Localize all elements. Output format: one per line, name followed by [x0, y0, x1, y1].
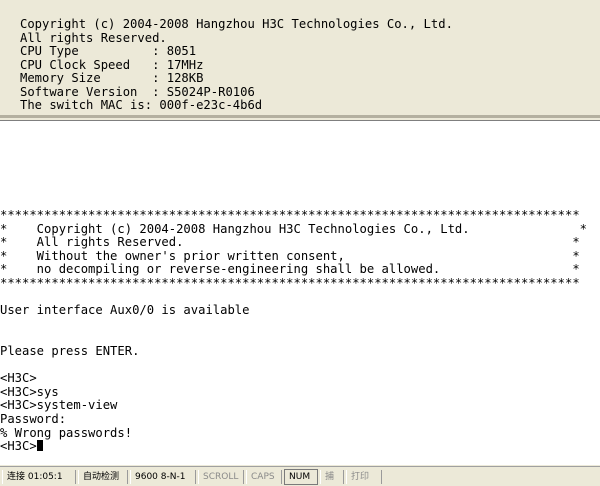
interface-status-line: User interface Aux0/0 is available	[0, 303, 250, 318]
print-indicator: 打印	[346, 469, 382, 484]
connection-time: 连接 01:05:1	[2, 469, 76, 484]
banner-line: ****************************************…	[0, 208, 580, 222]
password-prompt: Password:	[0, 411, 67, 426]
serial-params: 9600 8-N-1	[130, 469, 196, 484]
caps-indicator: CAPS	[246, 469, 282, 484]
command-line: <H3C>sys	[0, 384, 59, 399]
command-line: <H3C>system-view	[0, 398, 118, 413]
banner-line: * no decompiling or reverse-engineering …	[0, 262, 580, 277]
banner-line: * All rights Reserved. *	[0, 235, 580, 250]
info-pane: Copyright (c) 2004-2008 Hangzhou H3C Tec…	[0, 0, 600, 118]
auto-detect-label: 自动检测	[78, 469, 128, 484]
banner-line: ****************************************…	[0, 275, 580, 290]
status-bar: 连接 01:05:1 自动检测 9600 8-N-1 SCROLL CAPS N…	[0, 466, 600, 486]
error-line: % Wrong passwords!	[0, 425, 133, 440]
terminal-window[interactable]: ****************************************…	[0, 120, 600, 465]
info-text: Copyright (c) 2004-2008 Hangzhou H3C Tec…	[20, 17, 453, 112]
prompt-line: <H3C>	[0, 371, 37, 386]
banner-line: * Without the owner's prior written cons…	[0, 248, 580, 263]
scroll-indicator: SCROLL	[198, 469, 244, 484]
capture-indicator: 捕	[320, 469, 344, 484]
press-enter-line: Please press ENTER.	[0, 343, 140, 358]
num-indicator: NUM	[284, 468, 318, 485]
cursor-caret	[36, 440, 43, 452]
terminal-text: ****************************************…	[0, 208, 587, 454]
current-prompt: <H3C>	[0, 439, 37, 454]
banner-line: * Copyright (c) 2004-2008 Hangzhou H3C T…	[0, 221, 587, 236]
